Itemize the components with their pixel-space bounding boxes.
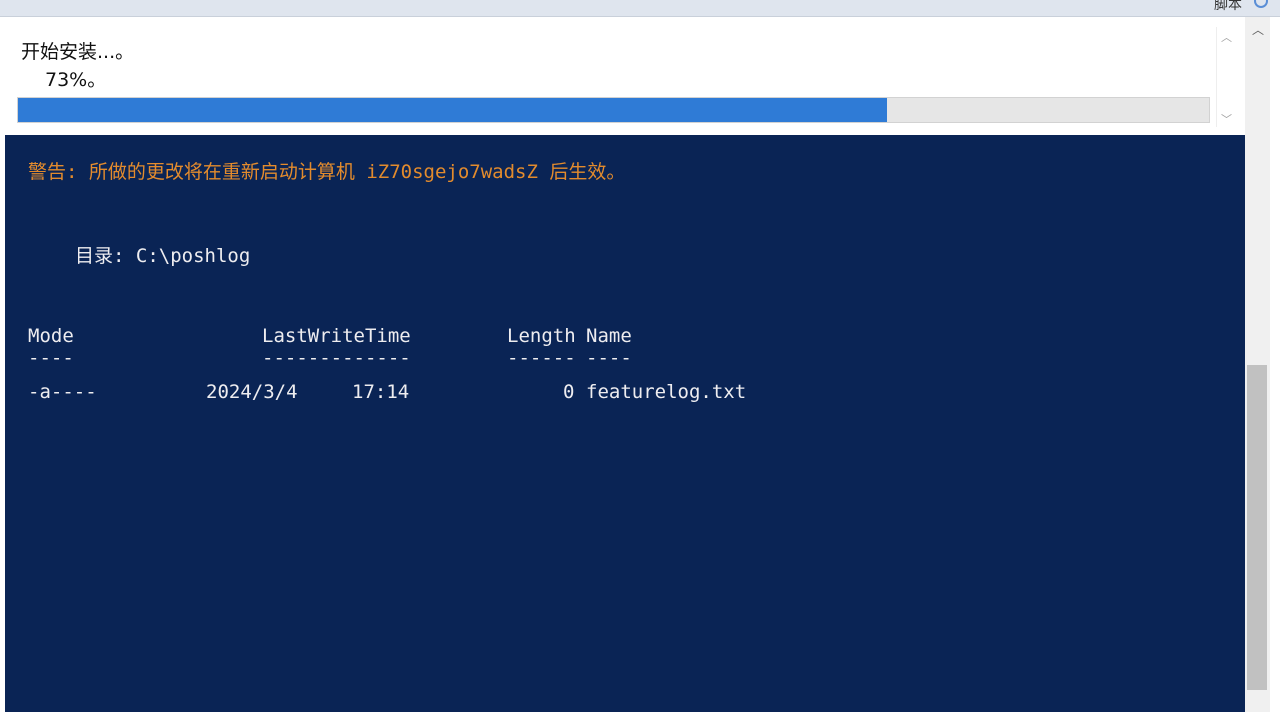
progress-panel: 开始安装...。 73%。 ︿ ﹀ [5, 17, 1245, 135]
column-underline-lastwritetime: ------------- [262, 347, 411, 369]
column-header-lastwritetime: LastWriteTime [262, 325, 411, 347]
chevron-up-icon[interactable]: ︿ [1221, 29, 1232, 45]
chevron-up-icon[interactable]: ︿ [1252, 21, 1264, 38]
scrollbar-thumb[interactable] [1247, 365, 1267, 690]
console-output: 警告: 所做的更改将在重新启动计算机 iZ70sgejo7wadsZ 后生效。 … [5, 135, 1245, 712]
vertical-scrollbar[interactable]: ︿ [1245, 17, 1270, 712]
progress-status-text: 开始安装...。 [21, 41, 135, 63]
column-header-name: Name [586, 325, 632, 347]
script-label[interactable]: 脚本 [1214, 0, 1242, 14]
window-right-edge [1270, 17, 1280, 712]
column-underline-mode: ---- [28, 347, 74, 369]
window-top-bar: 脚本 [0, 0, 1280, 17]
row-file-name: featurelog.txt [586, 381, 747, 403]
column-header-length: Length [507, 325, 576, 347]
column-header-mode: Mode [28, 325, 74, 347]
progress-bar-fill [18, 98, 888, 122]
powershell-window: 开始安装...。 73%。 ︿ ﹀ 警告: 所做的更改将在重新启动计算机 iZ7… [5, 17, 1245, 712]
row-time: 17:14 [352, 381, 410, 403]
restart-warning-text: 警告: 所做的更改将在重新启动计算机 iZ70sgejo7wadsZ 后生效。 [28, 161, 626, 183]
column-underline-length: ------ [507, 347, 576, 369]
progress-panel-scrollbar[interactable]: ︿ ﹀ [1216, 27, 1237, 127]
column-underline-name: ---- [586, 347, 632, 369]
row-date: 2024/3/4 [206, 381, 298, 403]
progress-bar [17, 97, 1210, 123]
circle-arrow-icon[interactable] [1254, 0, 1268, 8]
progress-percent-text: 73%。 [45, 69, 107, 91]
directory-line: 目录: C:\poshlog [75, 245, 251, 267]
chevron-down-icon[interactable]: ﹀ [1221, 111, 1232, 127]
row-mode: -a---- [28, 381, 97, 403]
row-length: 0 [563, 381, 575, 403]
